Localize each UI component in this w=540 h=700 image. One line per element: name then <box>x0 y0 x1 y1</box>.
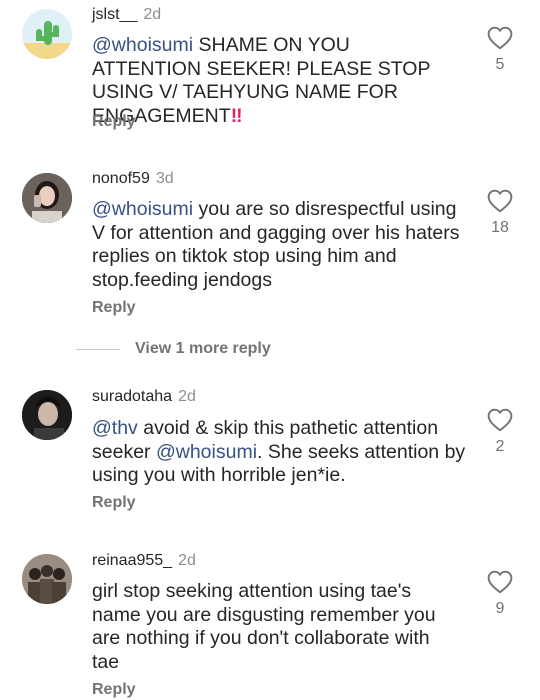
heart-icon[interactable] <box>487 189 513 213</box>
avatar[interactable] <box>22 554 72 604</box>
like-count: 2 <box>495 438 505 455</box>
reply-button[interactable]: Reply <box>92 299 136 317</box>
heart-icon[interactable] <box>487 26 513 50</box>
like-control: 9 <box>486 570 514 618</box>
mention-link[interactable]: @whoisumi <box>156 441 257 463</box>
comment-meta: suradotaha 2d <box>92 388 196 406</box>
like-control: 2 <box>486 408 514 456</box>
avatar[interactable] <box>22 173 72 223</box>
reply-button[interactable]: Reply <box>92 494 136 512</box>
username[interactable]: jslst__ <box>92 6 137 23</box>
like-count: 5 <box>495 56 505 73</box>
comment-text: girl stop seeking attention using tae's … <box>92 580 436 673</box>
view-more-replies[interactable]: View 1 more reply <box>76 338 271 360</box>
reply-button[interactable]: Reply <box>92 681 136 699</box>
mention-link[interactable]: @thv <box>92 417 138 439</box>
comment-meta: reinaa955_ 2d <box>92 552 196 570</box>
comment-meta: jslst__ 2d <box>92 6 161 24</box>
username[interactable]: reinaa955_ <box>92 552 172 569</box>
avatar[interactable] <box>22 390 72 440</box>
mention-link[interactable]: @whoisumi <box>92 34 193 56</box>
comment-text: @thv avoid & skip this pathetic attentio… <box>92 417 466 486</box>
double-exclamation-icon: ‼ <box>230 104 243 127</box>
like-count: 9 <box>495 600 505 617</box>
comment-text: @whoisumi you are so disrespectful using… <box>92 198 460 291</box>
like-control: 5 <box>486 26 514 74</box>
divider <box>76 348 120 350</box>
person-avatar-icon <box>22 173 72 223</box>
view-more-replies-label[interactable]: View 1 more reply <box>135 340 271 358</box>
reply-button[interactable]: Reply <box>92 113 136 131</box>
comment-text: @whoisumi SHAME ON YOU ATTENTION SEEKER!… <box>92 34 431 127</box>
person-avatar-icon <box>22 390 72 440</box>
comment-meta: nonof59 3d <box>92 170 174 188</box>
avatar[interactable] <box>22 9 72 59</box>
cactus-avatar-icon <box>22 21 72 59</box>
like-control: 18 <box>486 189 514 237</box>
timestamp: 3d <box>155 170 174 187</box>
mention-link[interactable]: @whoisumi <box>92 198 193 220</box>
heart-icon[interactable] <box>487 570 513 594</box>
group-avatar-icon <box>22 554 72 604</box>
timestamp: 2d <box>178 552 196 569</box>
timestamp: 2d <box>143 6 162 23</box>
timestamp: 2d <box>178 388 196 405</box>
like-count: 18 <box>491 219 509 236</box>
username[interactable]: nonof59 <box>92 170 150 187</box>
heart-icon[interactable] <box>487 408 513 432</box>
username[interactable]: suradotaha <box>92 388 172 405</box>
